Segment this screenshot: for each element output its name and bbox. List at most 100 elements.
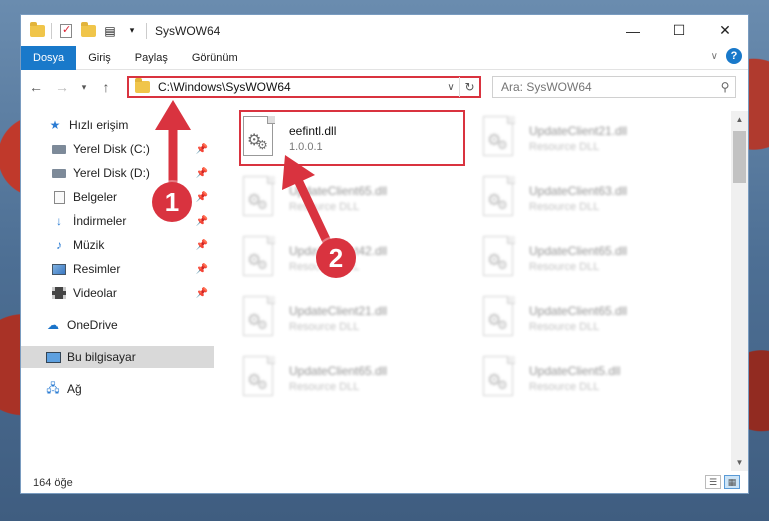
network-icon: 🖧: [46, 380, 60, 395]
sidebar-item-local-disk-c[interactable]: Yerel Disk (C:) 📌: [21, 138, 214, 160]
chevron-down-icon[interactable]: ∨: [443, 82, 459, 93]
dll-file-icon: ⚙ ⚙: [241, 236, 277, 280]
downloads-icon: ↓: [56, 214, 62, 228]
window-controls: — ☐ ✕: [610, 15, 748, 46]
pin-icon[interactable]: 📌: [196, 192, 208, 203]
step-1-callout: 1: [152, 182, 192, 222]
file-item[interactable]: ⚙ ⚙ UpdateClient65.dll Resource DLL: [241, 353, 461, 403]
pin-icon[interactable]: 📌: [196, 216, 208, 227]
search-input[interactable]: [501, 80, 715, 94]
file-item[interactable]: ⚙ ⚙ UpdateClient5.dll Resource DLL: [481, 353, 701, 403]
title-bar: ▤ ▾ SysWOW64 — ☐ ✕: [21, 15, 748, 46]
sidebar-item-this-pc[interactable]: Bu bilgisayar: [21, 346, 214, 368]
pin-icon[interactable]: 📌: [196, 240, 208, 251]
file-name: UpdateClient5.dll: [529, 363, 621, 378]
help-icon[interactable]: ?: [726, 48, 742, 64]
tab-giris[interactable]: Giriş: [76, 46, 123, 70]
videos-icon: [51, 285, 67, 301]
ribbon-right: ∨ ?: [711, 48, 742, 64]
file-description: Resource DLL: [529, 260, 600, 273]
onedrive-icon: ☁: [47, 318, 59, 332]
expand-ribbon-icon[interactable]: ∨: [711, 51, 718, 62]
pin-icon[interactable]: 📌: [196, 288, 208, 299]
sidebar-item-label: Belgeler: [73, 190, 118, 204]
drive-icon: [51, 141, 67, 157]
sidebar-item-label: Bu bilgisayar: [67, 350, 136, 364]
navigation-pane: ★ Hızlı erişim Yerel Disk (C:) 📌 Yerel D…: [21, 111, 214, 471]
scroll-down-icon[interactable]: ▼: [731, 454, 748, 471]
separator: [51, 22, 52, 39]
recent-locations-button[interactable]: ▾: [77, 76, 91, 98]
maximize-button[interactable]: ☐: [656, 15, 702, 46]
address-path[interactable]: C:\Windows\SysWOW64: [158, 80, 443, 94]
dll-file-icon: ⚙ ⚙: [241, 356, 277, 400]
dll-file-icon: ⚙ ⚙: [481, 116, 517, 160]
ribbon: Dosya Giriş Paylaş Görünüm ∨ ?: [21, 45, 748, 70]
file-description: Resource DLL: [529, 320, 600, 333]
file-item-eefintl-dll[interactable]: ⚙ ⚙ eefintl.dll 1.0.0.1: [241, 113, 461, 163]
sidebar-item-videos[interactable]: Videolar 📌: [21, 282, 214, 304]
sidebar-item-local-disk-d[interactable]: Yerel Disk (D:) 📌: [21, 162, 214, 184]
file-explorer-window: ▤ ▾ SysWOW64 — ☐ ✕ Dosya Giriş Paylaş Gö…: [20, 14, 749, 494]
address-bar[interactable]: C:\Windows\SysWOW64 ∨ ↻: [127, 76, 481, 98]
file-name: UpdateClient65.dll: [529, 243, 628, 258]
properties-icon[interactable]: [58, 23, 74, 39]
sidebar-item-onedrive[interactable]: ☁ OneDrive: [21, 314, 214, 336]
sidebar-item-quick-access[interactable]: ★ Hızlı erişim: [21, 114, 214, 136]
dll-file-icon: ⚙ ⚙: [241, 296, 277, 340]
details-view-icon[interactable]: ☰: [705, 475, 721, 489]
file-item[interactable]: ⚙ ⚙ UpdateClient65.dll Resource DLL: [481, 293, 701, 343]
file-version: 1.0.0.1: [289, 140, 323, 153]
sidebar-item-label: OneDrive: [67, 318, 118, 332]
sidebar-item-network[interactable]: 🖧 Ağ: [21, 378, 214, 400]
step-2-callout: 2: [316, 238, 356, 278]
sidebar-item-pictures[interactable]: Resimler 📌: [21, 258, 214, 280]
chevron-down-icon[interactable]: ▾: [124, 23, 140, 39]
file-name: UpdateClient63.dll: [529, 183, 628, 198]
file-item[interactable]: ⚙ ⚙ UpdateClient21.dll Resource DLL: [241, 293, 461, 343]
refresh-icon[interactable]: ↻: [459, 77, 479, 97]
search-icon[interactable]: ⚲: [715, 80, 735, 94]
customize-toolbar-icon[interactable]: ▤: [102, 23, 118, 39]
dll-file-icon: ⚙ ⚙: [481, 176, 517, 220]
sidebar-item-music[interactable]: ♪ Müzik 📌: [21, 234, 214, 256]
dll-file-icon: ⚙ ⚙: [481, 356, 517, 400]
file-name: UpdateClient65.dll: [529, 303, 628, 318]
file-item[interactable]: ⚙ ⚙ UpdateClient21.dll Resource DLL: [481, 113, 701, 163]
dll-file-icon: ⚙ ⚙: [481, 296, 517, 340]
back-button[interactable]: ←: [25, 76, 47, 98]
file-description: Resource DLL: [289, 200, 360, 213]
dll-file-icon: ⚙ ⚙: [241, 116, 277, 160]
forward-button[interactable]: →: [51, 76, 73, 98]
vertical-scrollbar[interactable]: ▲ ▼: [731, 111, 748, 471]
sidebar-item-label: Yerel Disk (C:): [73, 142, 150, 156]
file-description: Resource DLL: [529, 380, 600, 393]
minimize-button[interactable]: —: [610, 15, 656, 46]
scrollbar-thumb[interactable]: [733, 131, 746, 183]
navigation-bar: ← → ▾ ↑ C:\Windows\SysWOW64 ∨ ↻ ⚲: [21, 70, 748, 104]
music-icon: ♪: [56, 238, 62, 252]
new-folder-icon[interactable]: [80, 21, 96, 39]
file-item[interactable]: ⚙ ⚙ UpdateClient63.dll Resource DLL: [481, 173, 701, 223]
pin-icon[interactable]: 📌: [196, 264, 208, 275]
window-title: SysWOW64: [155, 23, 221, 38]
scroll-up-icon[interactable]: ▲: [731, 111, 748, 128]
file-description: Resource DLL: [529, 140, 600, 153]
file-description: Resource DLL: [289, 320, 360, 333]
search-box[interactable]: ⚲: [492, 76, 736, 98]
tab-paylas[interactable]: Paylaş: [123, 46, 180, 70]
sidebar-item-label: İndirmeler: [73, 214, 127, 228]
dll-file-icon: ⚙ ⚙: [481, 236, 517, 280]
pin-icon[interactable]: 📌: [196, 144, 208, 155]
file-name: UpdateClient65.dll: [289, 183, 388, 198]
file-item[interactable]: ⚙ ⚙ UpdateClient65.dll Resource DLL: [481, 233, 701, 283]
drive-icon: [51, 165, 67, 181]
large-icons-view-icon[interactable]: ▦: [724, 475, 740, 489]
tab-dosya[interactable]: Dosya: [21, 45, 77, 70]
up-button[interactable]: ↑: [95, 76, 117, 98]
pin-icon[interactable]: 📌: [196, 168, 208, 179]
file-name: UpdateClient21.dll: [529, 123, 628, 138]
tab-gorunum[interactable]: Görünüm: [180, 46, 250, 70]
file-item[interactable]: ⚙ ⚙ UpdateClient65.dll Resource DLL: [241, 173, 461, 223]
close-button[interactable]: ✕: [702, 15, 748, 46]
